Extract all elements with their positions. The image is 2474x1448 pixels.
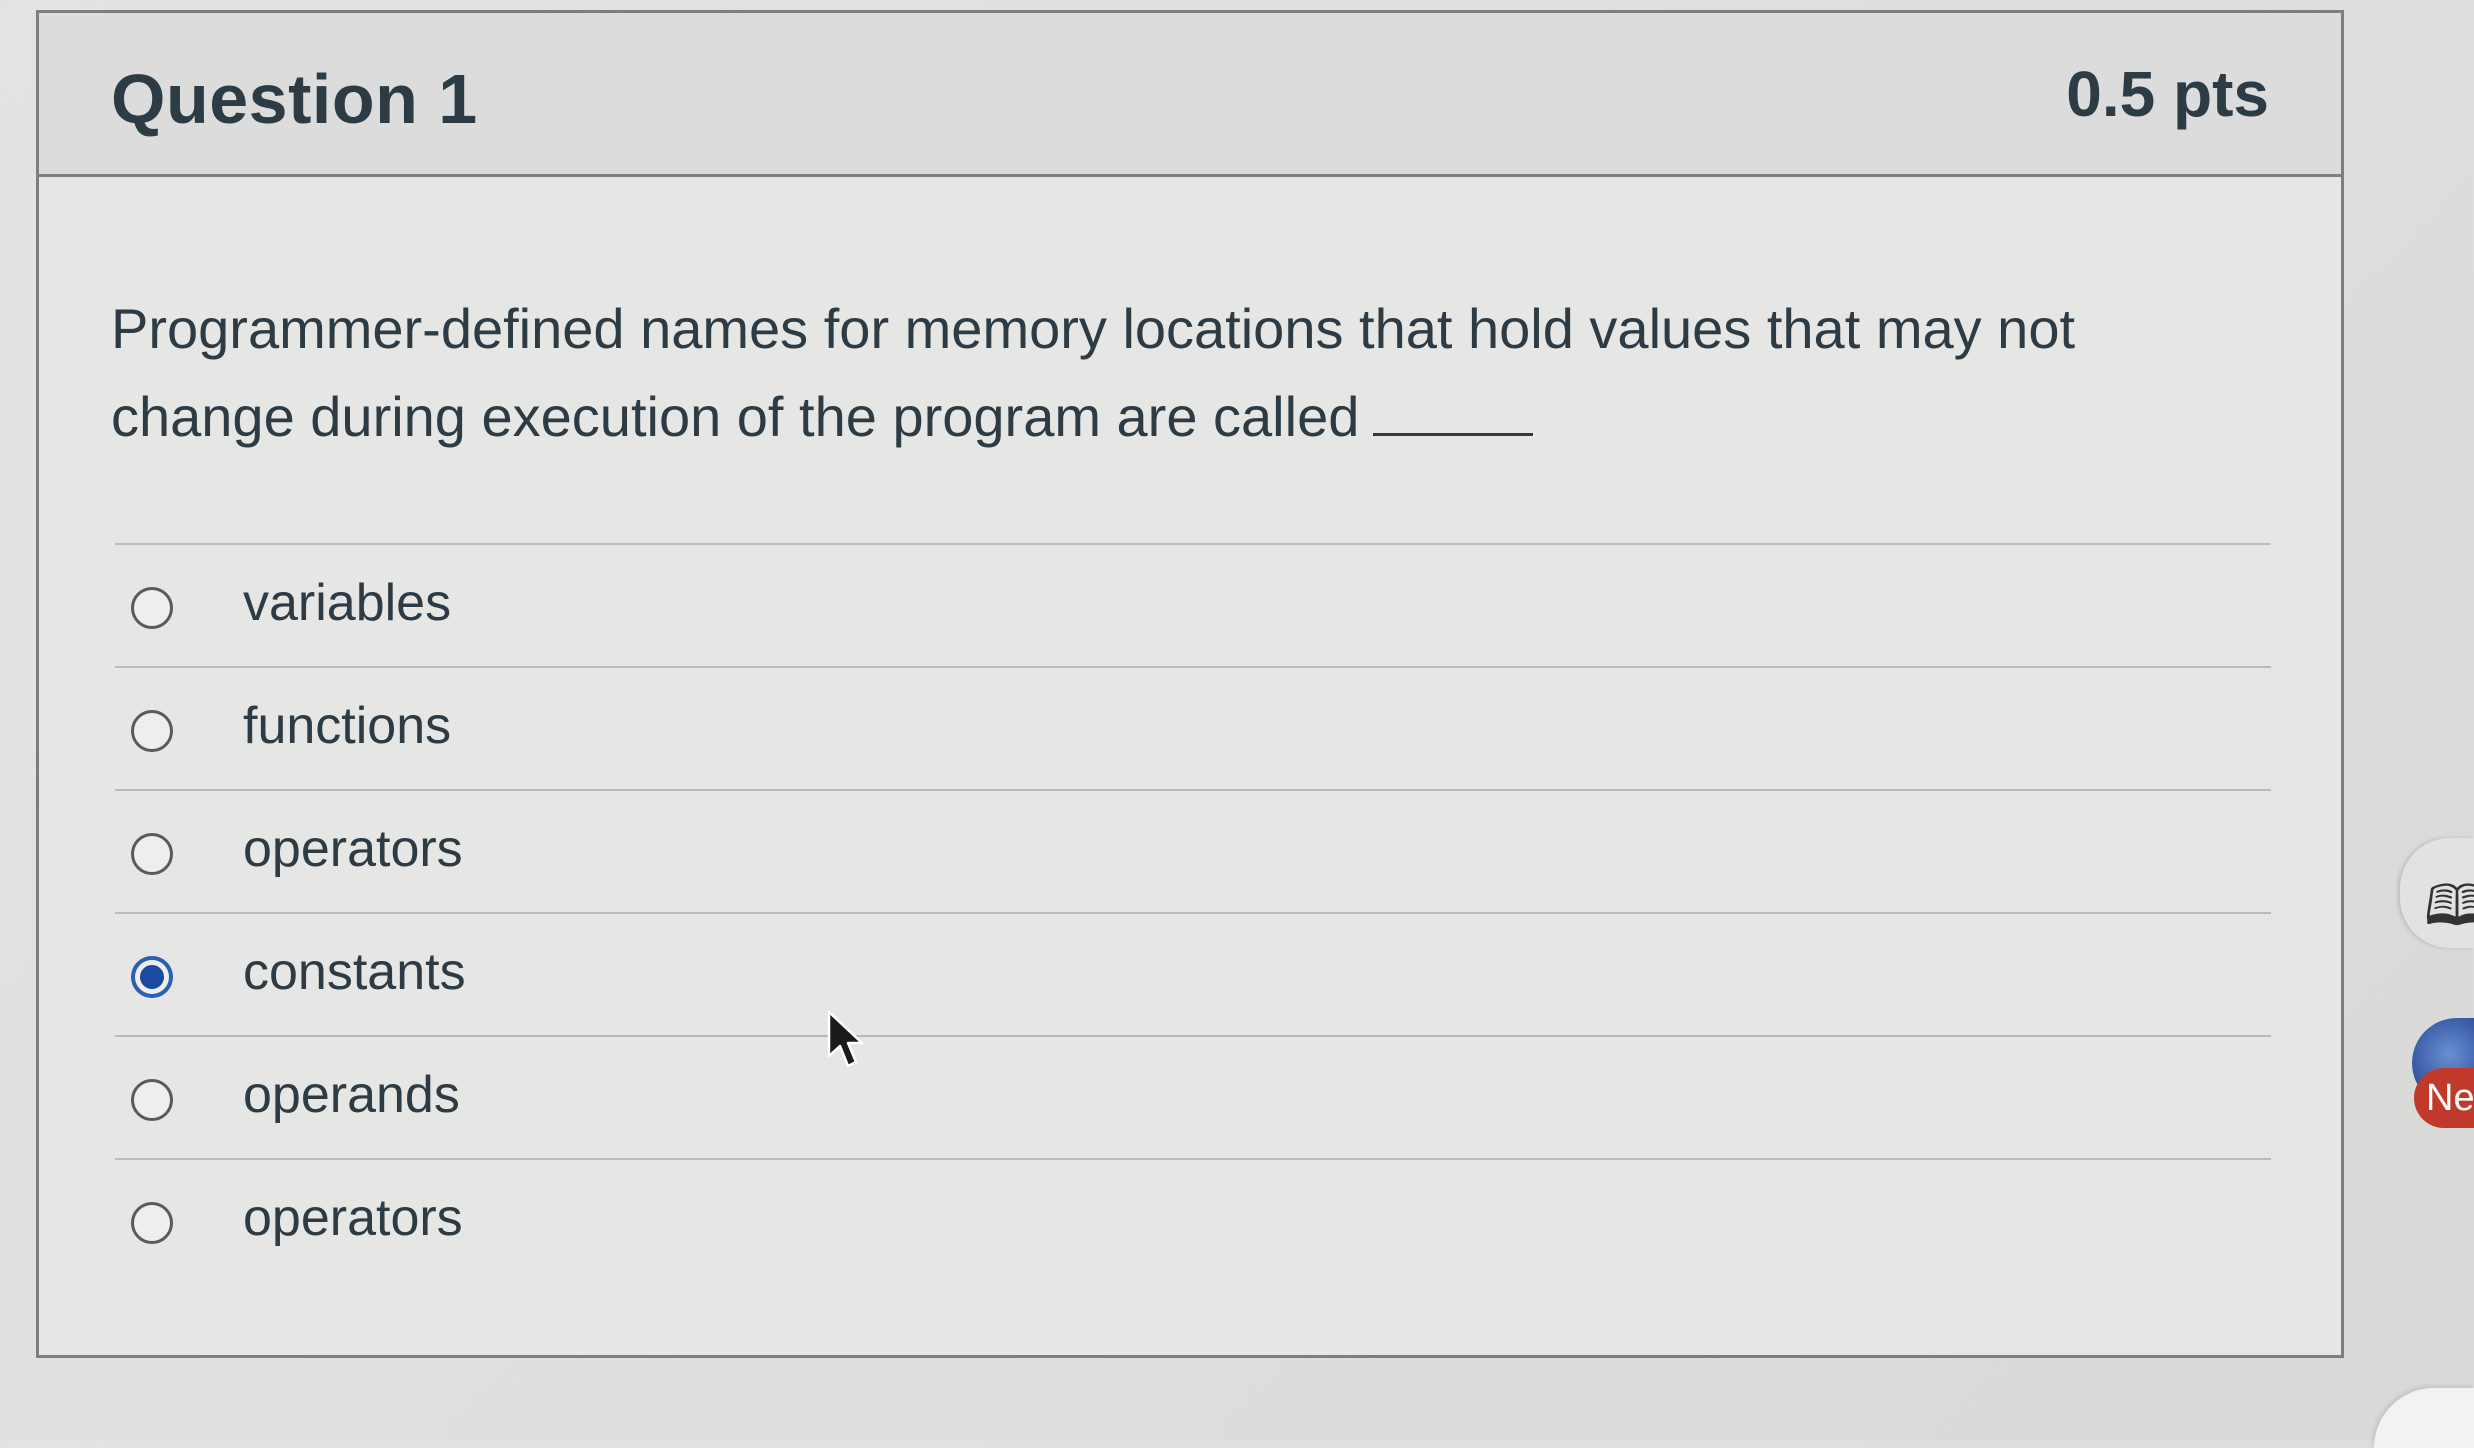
question-card: Question 1 0.5 pts Programmer-defined na… xyxy=(36,10,2344,1358)
question-header: Question 1 0.5 pts xyxy=(39,13,2341,177)
radio-button-selected[interactable] xyxy=(131,956,173,998)
radio-button[interactable] xyxy=(131,1202,173,1244)
answer-option[interactable]: operators xyxy=(115,791,2271,914)
question-points: 0.5 pts xyxy=(2066,58,2269,130)
answer-label[interactable]: operators xyxy=(243,819,463,879)
mouse-cursor-icon xyxy=(827,1010,864,1068)
side-panel-tab[interactable]: 🕮 xyxy=(2400,838,2474,948)
answer-option[interactable]: functions xyxy=(115,668,2271,791)
answer-option[interactable]: operators xyxy=(115,1160,2271,1283)
answer-option[interactable]: variables xyxy=(115,545,2271,668)
answer-label[interactable]: operators xyxy=(243,1188,463,1248)
side-panel-bottom xyxy=(2374,1388,2474,1448)
answer-option-selected[interactable]: constants xyxy=(115,914,2271,1037)
radio-button[interactable] xyxy=(131,1079,173,1121)
radio-button[interactable] xyxy=(131,710,173,752)
answer-blank xyxy=(1373,381,1534,436)
answer-label[interactable]: constants xyxy=(243,942,466,1002)
side-badge[interactable]: Ne xyxy=(2414,1068,2474,1128)
radio-button[interactable] xyxy=(131,587,173,629)
answer-label[interactable]: operands xyxy=(243,1065,460,1125)
answer-option[interactable]: operands xyxy=(115,1037,2271,1160)
answer-label[interactable]: functions xyxy=(243,696,451,756)
question-text-body: Programmer-defined names for memory loca… xyxy=(111,297,2076,448)
question-title: Question 1 xyxy=(111,60,478,138)
book-icon: 🕮 xyxy=(2424,874,2474,939)
radio-button[interactable] xyxy=(131,833,173,875)
answer-list: variables functions operators constants … xyxy=(115,543,2271,1283)
question-text: Programmer-defined names for memory loca… xyxy=(111,285,2271,461)
answer-label[interactable]: variables xyxy=(243,573,451,633)
